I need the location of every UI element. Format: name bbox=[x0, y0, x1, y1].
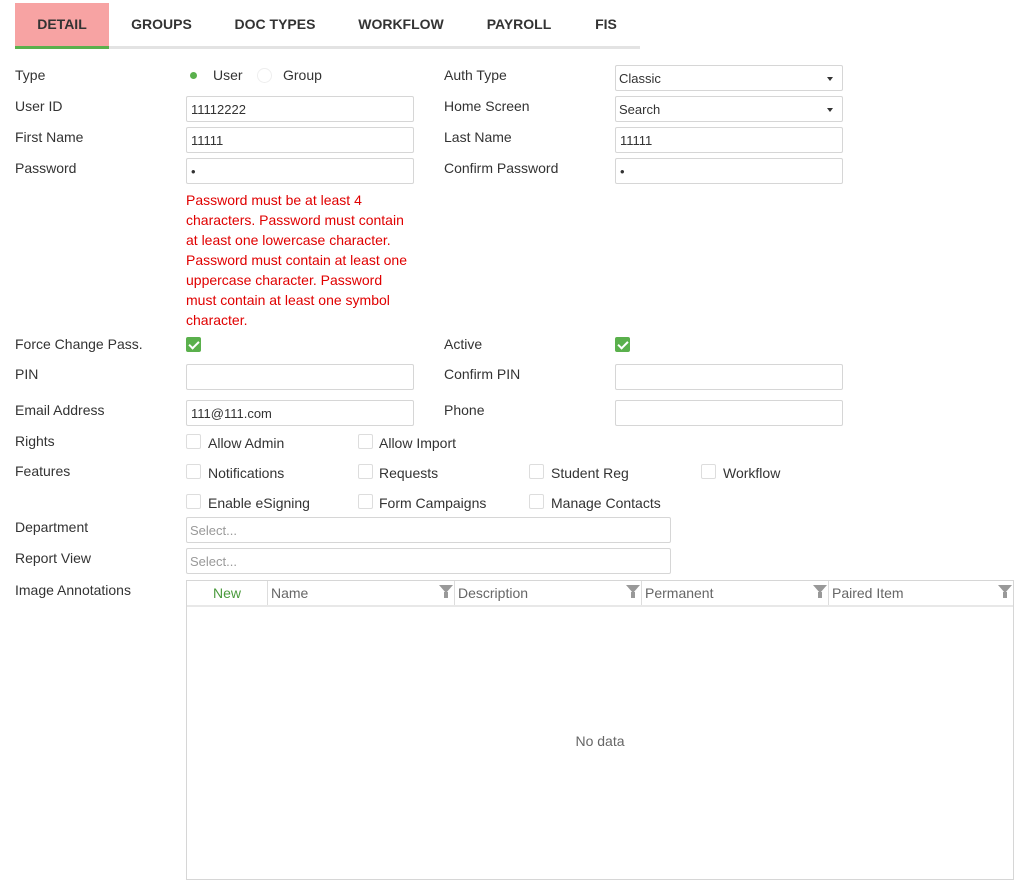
rights-label: Rights bbox=[15, 433, 55, 449]
password-field[interactable]: • bbox=[186, 158, 414, 184]
tab-workflow[interactable]: WORKFLOW bbox=[350, 3, 452, 46]
form-campaigns-checkbox[interactable] bbox=[358, 494, 373, 509]
student-reg-checkbox[interactable] bbox=[529, 464, 544, 479]
name-column-label: Name bbox=[271, 585, 309, 601]
active-checkbox[interactable] bbox=[615, 337, 630, 352]
notifications-checkbox[interactable] bbox=[186, 464, 201, 479]
email-field[interactable]: 111@111.com bbox=[186, 400, 414, 426]
type-user-label: User bbox=[213, 67, 243, 83]
confirm-pin-field[interactable] bbox=[615, 364, 843, 390]
user-id-label: User ID bbox=[15, 98, 63, 114]
tab-doc-types[interactable]: DOC TYPES bbox=[225, 3, 325, 46]
filter-icon[interactable] bbox=[626, 585, 640, 598]
active-label: Active bbox=[444, 336, 483, 352]
workflow-label: Workflow bbox=[723, 465, 781, 481]
allow-admin-label: Allow Admin bbox=[208, 435, 285, 451]
email-label: Email Address bbox=[15, 402, 105, 418]
chevron-down-icon bbox=[827, 108, 833, 112]
home-screen-value: Search bbox=[619, 102, 661, 117]
chevron-down-icon bbox=[827, 77, 833, 81]
image-annotations-label: Image Annotations bbox=[15, 582, 131, 598]
type-user-radio[interactable] bbox=[186, 68, 201, 83]
enable-esigning-checkbox[interactable] bbox=[186, 494, 201, 509]
phone-field[interactable] bbox=[615, 400, 843, 426]
requests-label: Requests bbox=[379, 465, 439, 481]
filter-icon[interactable] bbox=[813, 585, 827, 598]
last-name-label: Last Name bbox=[444, 129, 512, 145]
tab-payroll[interactable]: PAYROLL bbox=[479, 3, 559, 46]
permanent-column-header[interactable]: Permanent bbox=[641, 581, 828, 605]
permanent-column-label: Permanent bbox=[645, 585, 714, 601]
report-view-placeholder: Select... bbox=[190, 554, 237, 569]
description-column-header[interactable]: Description bbox=[454, 581, 641, 605]
filter-icon[interactable] bbox=[439, 585, 453, 598]
allow-admin-checkbox[interactable] bbox=[186, 434, 201, 449]
first-name-label: First Name bbox=[15, 129, 84, 145]
department-label: Department bbox=[15, 519, 89, 535]
filter-icon[interactable] bbox=[998, 585, 1012, 598]
features-label: Features bbox=[15, 463, 71, 479]
paired-item-column-label: Paired Item bbox=[832, 585, 904, 601]
department-placeholder: Select... bbox=[190, 523, 237, 538]
auth-type-value: Classic bbox=[619, 71, 661, 86]
pin-field[interactable] bbox=[186, 364, 414, 390]
auth-type-select[interactable]: Classic bbox=[615, 65, 843, 91]
type-label: Type bbox=[15, 67, 46, 83]
report-view-label: Report View bbox=[15, 550, 92, 566]
auth-type-label: Auth Type bbox=[444, 67, 507, 83]
password-error-message: Password must be at least 4 characters. … bbox=[186, 192, 408, 328]
requests-checkbox[interactable] bbox=[358, 464, 373, 479]
allow-import-checkbox[interactable] bbox=[358, 434, 373, 449]
enable-esigning-label: Enable eSigning bbox=[208, 495, 310, 511]
force-change-label: Force Change Pass. bbox=[15, 336, 143, 352]
type-group-label: Group bbox=[283, 67, 322, 83]
tab-bar: DETAIL GROUPS DOC TYPES WORKFLOW PAYROLL… bbox=[15, 3, 640, 49]
report-view-select[interactable]: Select... bbox=[186, 548, 671, 574]
tab-groups[interactable]: GROUPS bbox=[115, 3, 208, 46]
home-screen-select[interactable]: Search bbox=[615, 96, 843, 122]
pin-label: PIN bbox=[15, 366, 39, 382]
allow-import-label: Allow Import bbox=[379, 435, 457, 451]
confirm-pin-label: Confirm PIN bbox=[444, 366, 521, 382]
last-name-field[interactable]: 11111 bbox=[615, 127, 843, 153]
department-select[interactable]: Select... bbox=[186, 517, 671, 543]
first-name-field[interactable]: 11111 bbox=[186, 127, 414, 153]
tab-detail[interactable]: DETAIL bbox=[15, 3, 109, 49]
paired-item-column-header[interactable]: Paired Item bbox=[828, 581, 1013, 605]
user-id-field[interactable]: 11112222 bbox=[186, 96, 414, 122]
tab-fis[interactable]: FIS bbox=[587, 3, 625, 46]
force-change-checkbox[interactable] bbox=[186, 337, 201, 352]
name-column-header[interactable]: Name bbox=[267, 581, 454, 605]
type-group-radio[interactable] bbox=[257, 68, 272, 83]
grid-header: New Name Description Permanent Paired It… bbox=[187, 581, 1013, 607]
image-annotations-grid: New Name Description Permanent Paired It… bbox=[186, 580, 1014, 880]
new-button[interactable]: New bbox=[187, 581, 267, 605]
password-label: Password bbox=[15, 160, 77, 176]
manage-contacts-label: Manage Contacts bbox=[551, 495, 661, 511]
phone-label: Phone bbox=[444, 402, 485, 418]
confirm-password-label: Confirm Password bbox=[444, 160, 559, 176]
home-screen-label: Home Screen bbox=[444, 98, 530, 114]
no-data-message: No data bbox=[575, 733, 625, 749]
description-column-label: Description bbox=[458, 585, 529, 601]
confirm-password-field[interactable]: • bbox=[615, 158, 843, 184]
workflow-checkbox[interactable] bbox=[701, 464, 716, 479]
student-reg-label: Student Reg bbox=[551, 465, 629, 481]
form-campaigns-label: Form Campaigns bbox=[379, 495, 487, 511]
notifications-label: Notifications bbox=[208, 465, 285, 481]
manage-contacts-checkbox[interactable] bbox=[529, 494, 544, 509]
